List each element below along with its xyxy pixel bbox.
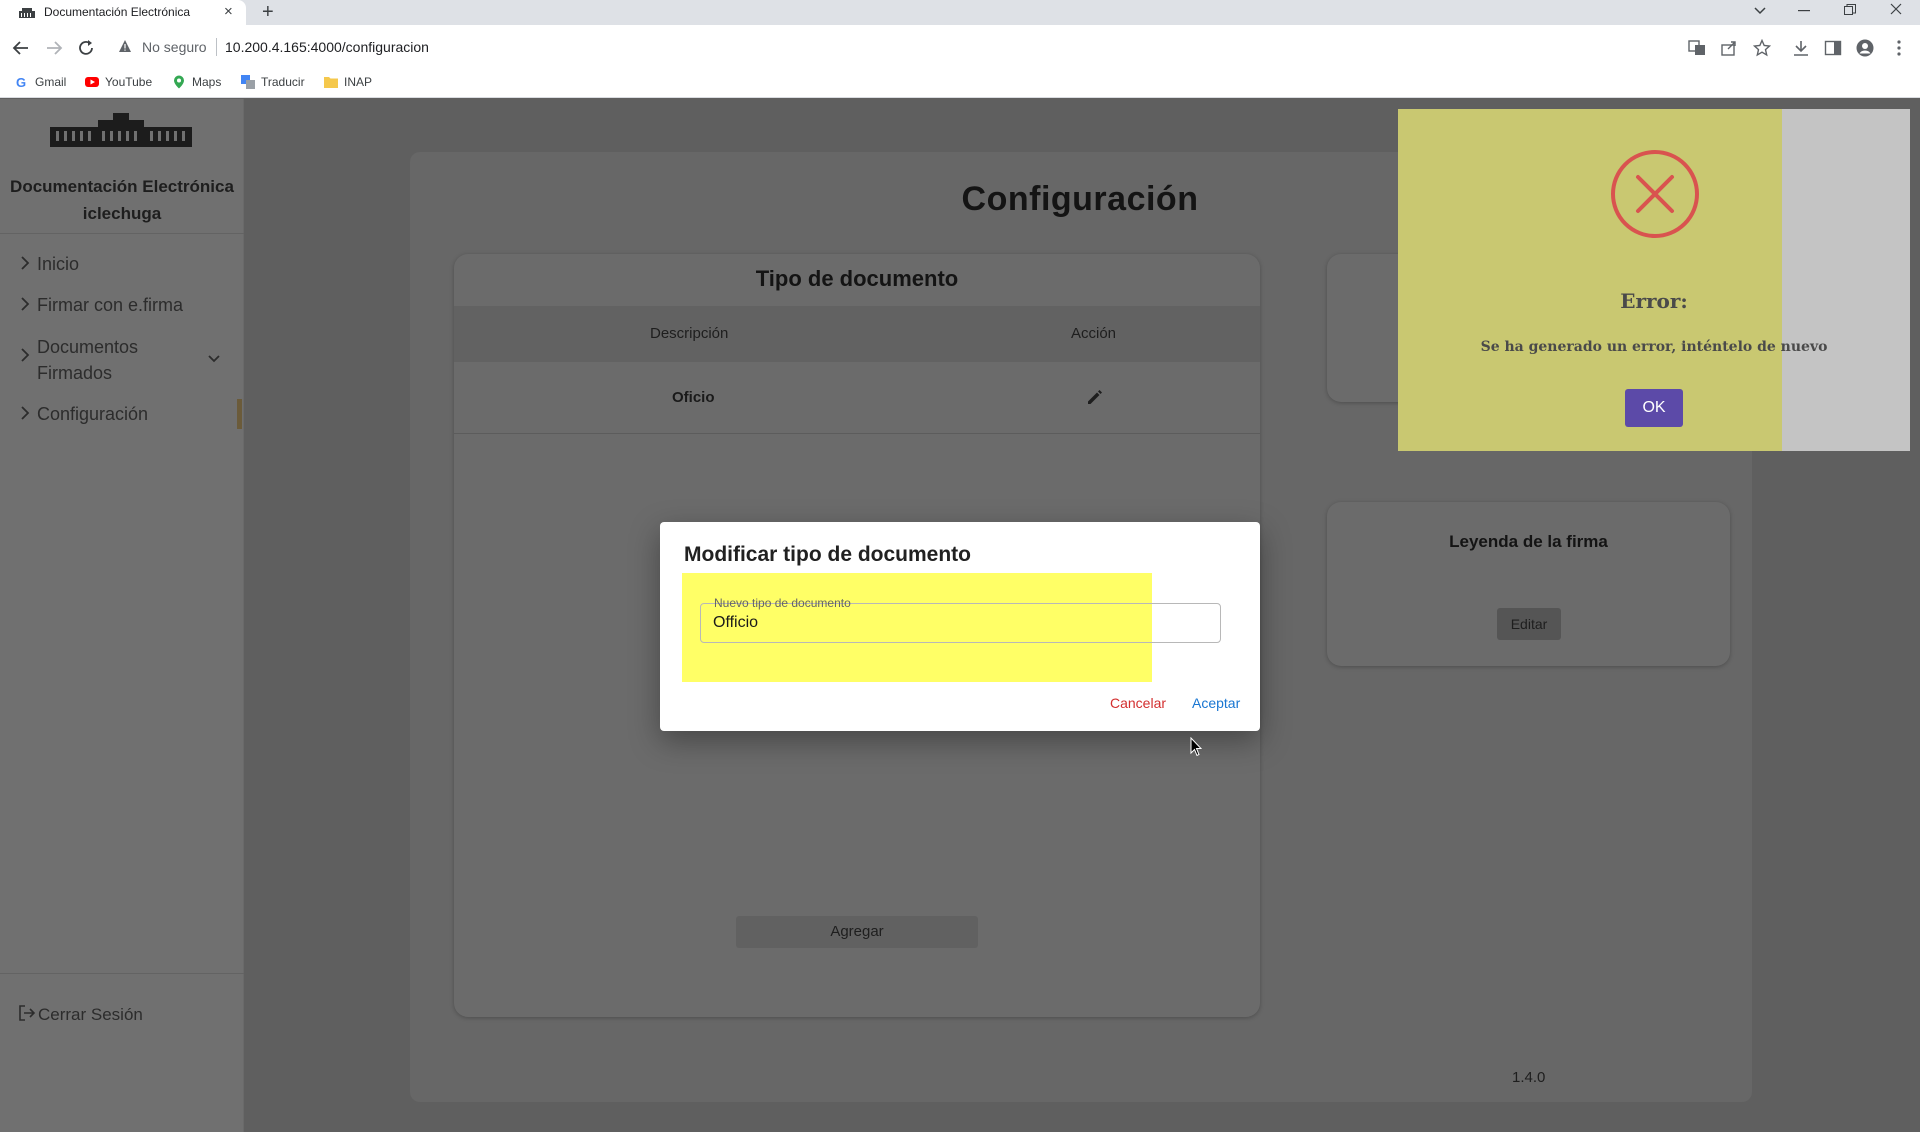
sidebar-item-label: Firmar con e.firma xyxy=(37,295,184,315)
institution-logo xyxy=(50,113,192,147)
sidebar-item-configuracion[interactable]: Configuración xyxy=(20,401,148,427)
active-indicator xyxy=(237,399,242,429)
card-title: Leyenda de la firma xyxy=(1449,532,1608,551)
translate-icon xyxy=(241,75,255,89)
menu-dots-icon[interactable] xyxy=(1890,39,1908,57)
building-icon xyxy=(19,8,35,18)
chevron-down-icon[interactable] xyxy=(208,355,220,363)
download-icon[interactable] xyxy=(1792,39,1810,57)
chevron-right-icon xyxy=(21,297,30,311)
translate-icon[interactable] xyxy=(1688,39,1706,57)
sidebar-item-label: Inicio xyxy=(37,254,80,274)
browser-tab[interactable]: Documentación Electrónica × xyxy=(0,0,246,25)
bookmark-maps[interactable]: Maps xyxy=(172,75,221,93)
edit-button[interactable]: Editar xyxy=(1497,608,1561,640)
dialog-title: Modificar tipo de documento xyxy=(684,543,971,566)
bookmark-inap[interactable]: INAP xyxy=(324,75,372,93)
maps-pin-icon xyxy=(174,75,184,89)
bookmark-label: Maps xyxy=(192,75,222,89)
close-window-icon[interactable] xyxy=(1890,3,1902,15)
edit-document-type-dialog: Modificar tipo de documento Nuevo tipo d… xyxy=(660,522,1260,731)
error-alert: Error: Se ha generado un error, inténtel… xyxy=(1398,109,1910,451)
card-title: Tipo de documento xyxy=(755,266,959,291)
bookmark-youtube[interactable]: YouTube xyxy=(85,75,152,93)
url-text[interactable]: 10.200.4.165:4000/configuracion xyxy=(225,39,429,55)
error-x-icon xyxy=(1611,150,1699,238)
back-icon[interactable] xyxy=(12,39,30,57)
column-header-accion: Acción xyxy=(1071,325,1117,342)
sidebar-item-firmar[interactable]: Firmar con e.firma xyxy=(20,292,183,318)
sidebar-divider xyxy=(0,973,244,974)
cancel-button[interactable]: Cancelar xyxy=(1110,695,1166,711)
sidebar-divider xyxy=(0,233,244,234)
sidebar-item-documentos-firmados[interactable]: Documentos Firmados xyxy=(20,334,220,386)
browser-tab-strip: Documentación Electrónica × + xyxy=(0,0,1920,25)
column-header-descripcion: Descripción xyxy=(650,325,729,342)
chevron-right-icon xyxy=(21,256,30,270)
tab-title: Documentación Electrónica xyxy=(44,5,191,19)
sidebar: Documentación Electrónica iclechuga Inic… xyxy=(0,99,244,1132)
cell-descripcion: Oficio xyxy=(672,389,715,406)
side-panel-icon[interactable] xyxy=(1824,39,1842,57)
folder-icon xyxy=(324,77,338,88)
warning-icon xyxy=(119,40,131,52)
document-type-input[interactable] xyxy=(713,614,1203,632)
bookmark-gmail[interactable]: G Gmail xyxy=(15,75,66,93)
share-icon[interactable] xyxy=(1720,39,1738,57)
bookmark-traducir[interactable]: Traducir xyxy=(241,75,305,93)
bookmark-label: Gmail xyxy=(35,75,67,89)
edit-pencil-icon[interactable] xyxy=(1085,387,1105,407)
chevron-right-icon xyxy=(21,348,30,362)
reload-icon[interactable] xyxy=(77,39,95,57)
google-icon: G xyxy=(16,75,26,89)
logout-icon xyxy=(19,1005,36,1021)
restore-icon[interactable] xyxy=(1844,4,1856,16)
field-label: Nuevo tipo de documento xyxy=(714,596,851,610)
table-row: Oficio xyxy=(454,362,1260,434)
sidebar-item-label: Documentos Firmados xyxy=(37,337,139,383)
bookmark-label: Traducir xyxy=(261,75,305,89)
tab-close-icon[interactable]: × xyxy=(224,3,233,21)
not-secure-label: No seguro xyxy=(142,39,207,55)
tab-search-chevron-icon[interactable] xyxy=(1753,6,1767,16)
sidebar-item-label: Configuración xyxy=(37,404,149,424)
bookmark-star-icon[interactable] xyxy=(1753,39,1771,57)
minimize-icon[interactable] xyxy=(1798,10,1810,12)
profile-icon[interactable] xyxy=(1856,39,1874,57)
youtube-icon xyxy=(85,77,99,87)
signature-legend-card: Leyenda de la firma Editar xyxy=(1327,502,1730,666)
bookmarks-bar: G Gmail YouTube Maps Traducir INAP xyxy=(0,71,1920,98)
bookmark-label: INAP xyxy=(344,75,373,89)
document-type-field[interactable]: Nuevo tipo de documento xyxy=(700,596,1221,643)
version-label: 1.4.0 xyxy=(1512,1069,1546,1086)
forward-icon[interactable] xyxy=(45,39,63,57)
logout-button[interactable]: Cerrar Sesión xyxy=(18,1004,143,1025)
svg-text:G: G xyxy=(16,75,26,89)
address-bar[interactable]: No seguro 10.200.4.165:4000/configuracio… xyxy=(108,29,1768,67)
ok-button[interactable]: OK xyxy=(1625,389,1683,427)
browser-toolbar: No seguro 10.200.4.165:4000/configuracio… xyxy=(0,25,1920,71)
table-header: Descripción Acción xyxy=(454,306,1260,362)
alert-message: Se ha generado un error, inténtelo de nu… xyxy=(1480,339,1828,355)
chevron-right-icon xyxy=(21,406,30,420)
logout-label: Cerrar Sesión xyxy=(38,1005,143,1024)
sidebar-item-inicio[interactable]: Inicio xyxy=(20,251,79,277)
add-button[interactable]: Agregar xyxy=(736,916,978,948)
highlight-overlay xyxy=(1398,109,1782,451)
bookmark-label: YouTube xyxy=(105,75,153,89)
new-tab-icon[interactable]: + xyxy=(262,0,274,24)
alert-title: Error: xyxy=(1620,289,1688,313)
accept-button[interactable]: Aceptar xyxy=(1192,695,1240,711)
mouse-cursor-icon xyxy=(1190,737,1202,757)
omnibox-separator xyxy=(216,38,217,56)
